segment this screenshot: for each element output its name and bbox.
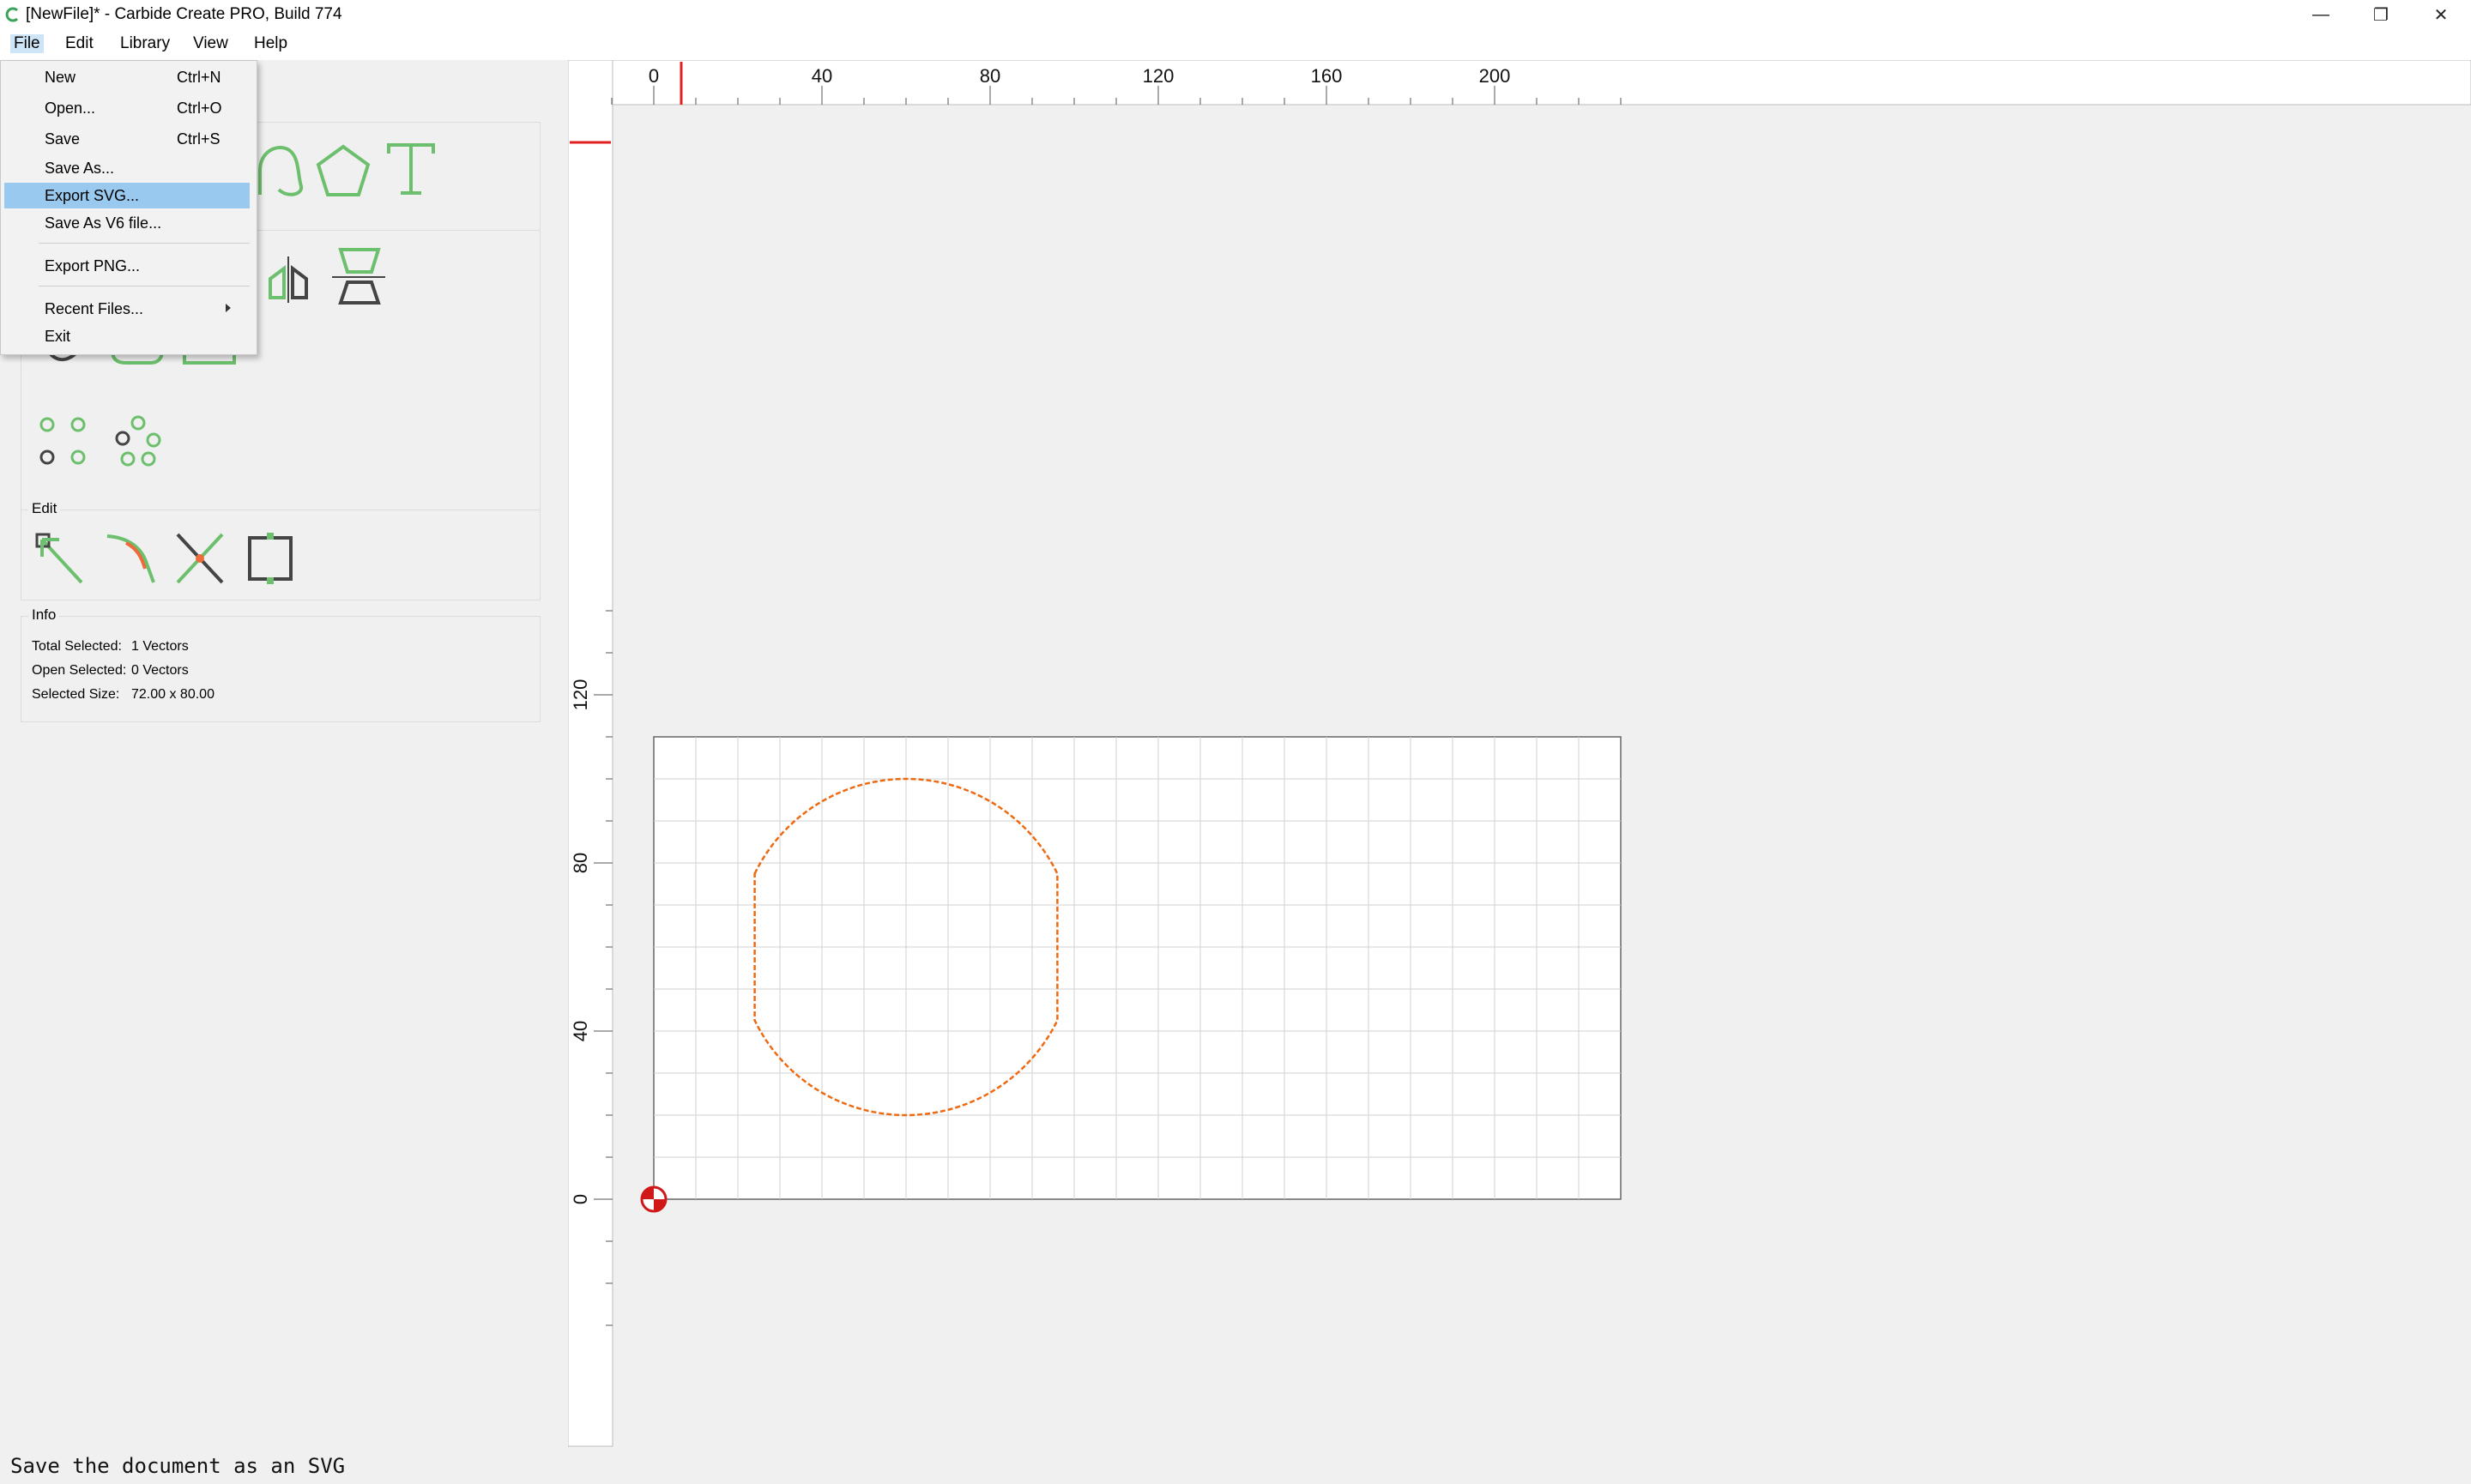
file-menu-save-as[interactable]: Save As... bbox=[4, 155, 250, 181]
fillet-edit-tool-icon[interactable] bbox=[104, 529, 159, 588]
edit-group: Edit bbox=[21, 500, 541, 600]
menu-separator bbox=[39, 286, 250, 287]
window-title: [NewFile]* - Carbide Create PRO, Build 7… bbox=[26, 5, 342, 23]
title-bar: [NewFile]* - Carbide Create PRO, Build 7… bbox=[0, 0, 2471, 29]
rectangular-array-tool-icon bbox=[39, 417, 86, 465]
design-canvas-area[interactable]: 0 40 80 120 160 200 120 80 40 0 bbox=[568, 60, 2471, 1450]
menu-view[interactable]: View bbox=[190, 34, 232, 53]
x-tick-label: 160 bbox=[1311, 65, 1343, 87]
horizontal-ruler bbox=[568, 60, 2471, 106]
file-menu-save[interactable]: Save Ctrl+S bbox=[4, 126, 250, 152]
y-tick-label: 40 bbox=[570, 1021, 591, 1041]
file-menu-new[interactable]: New Ctrl+N bbox=[4, 64, 250, 90]
text-tool-icon[interactable] bbox=[384, 140, 438, 200]
info-group-title: Info bbox=[28, 606, 60, 624]
info-total-selected: Total Selected: 1 Vectors bbox=[32, 639, 189, 654]
mirror-tool-icon[interactable] bbox=[258, 248, 318, 308]
node-edit-tool-icon[interactable] bbox=[33, 531, 88, 588]
stock-area bbox=[653, 736, 1622, 1200]
minimize-icon: — bbox=[2312, 4, 2329, 24]
carbide-create-logo-icon bbox=[5, 7, 19, 22]
design-canvas[interactable]: 0 40 80 120 160 200 120 80 40 0 bbox=[568, 60, 2471, 1450]
flip-vertical-tool-icon[interactable] bbox=[329, 244, 389, 308]
polyline-tool-icon[interactable] bbox=[253, 142, 305, 202]
menu-help[interactable]: Help bbox=[251, 34, 291, 53]
y-tick-label: 80 bbox=[570, 853, 591, 873]
close-icon: ✕ bbox=[2433, 5, 2449, 25]
x-tick-label: 40 bbox=[812, 65, 832, 87]
origin-marker-icon bbox=[640, 1185, 668, 1213]
vertical-ruler bbox=[568, 60, 613, 1447]
file-menu-recent-files[interactable]: Recent Files... bbox=[4, 296, 250, 322]
info-selected-size: Selected Size: 72.00 x 80.00 bbox=[32, 687, 214, 702]
info-group: Info Total Selected: 1 Vectors Open Selec… bbox=[21, 606, 541, 722]
trim-tool-icon[interactable] bbox=[172, 529, 227, 588]
menu-library[interactable]: Library bbox=[117, 34, 173, 53]
x-tick-label: 200 bbox=[1479, 65, 1511, 87]
bounding-box-tool-icon[interactable] bbox=[243, 529, 298, 588]
y-tick-label: 120 bbox=[570, 679, 591, 711]
x-tick-label: 0 bbox=[649, 65, 659, 87]
array-tools-row bbox=[39, 415, 161, 467]
menu-separator bbox=[39, 243, 250, 244]
x-tick-label: 120 bbox=[1143, 65, 1175, 87]
x-tick-label: 80 bbox=[980, 65, 1000, 87]
restore-icon: ❐ bbox=[2373, 5, 2389, 25]
file-menu-dropdown: New Ctrl+N Open... Ctrl+O Save Ctrl+S Sa… bbox=[0, 60, 257, 355]
file-menu-open[interactable]: Open... Ctrl+O bbox=[4, 95, 250, 121]
status-bar: Save the document as an SVG bbox=[0, 1450, 2471, 1484]
file-menu-save-as-v6[interactable]: Save As V6 file... bbox=[4, 210, 250, 236]
info-open-selected: Open Selected: 0 Vectors bbox=[32, 663, 189, 678]
file-menu-export-svg[interactable]: Export SVG... bbox=[4, 183, 250, 208]
circular-array-tool-icon bbox=[115, 415, 161, 467]
status-text: Save the document as an SVG bbox=[10, 1454, 346, 1478]
minimize-button[interactable]: — bbox=[2291, 0, 2351, 29]
edit-group-title: Edit bbox=[28, 500, 61, 517]
file-menu-exit[interactable]: Exit bbox=[4, 323, 250, 349]
y-tick-label: 0 bbox=[570, 1194, 591, 1204]
file-menu-export-png[interactable]: Export PNG... bbox=[4, 253, 250, 279]
menu-edit[interactable]: Edit bbox=[62, 34, 97, 53]
polygon-tool-icon[interactable] bbox=[313, 142, 373, 202]
close-button[interactable]: ✕ bbox=[2411, 0, 2471, 29]
submenu-arrow-icon bbox=[226, 304, 231, 312]
menu-bar: File Edit Library View Help bbox=[0, 29, 2471, 60]
menu-file[interactable]: File bbox=[10, 34, 44, 53]
restore-button[interactable]: ❐ bbox=[2351, 0, 2411, 29]
